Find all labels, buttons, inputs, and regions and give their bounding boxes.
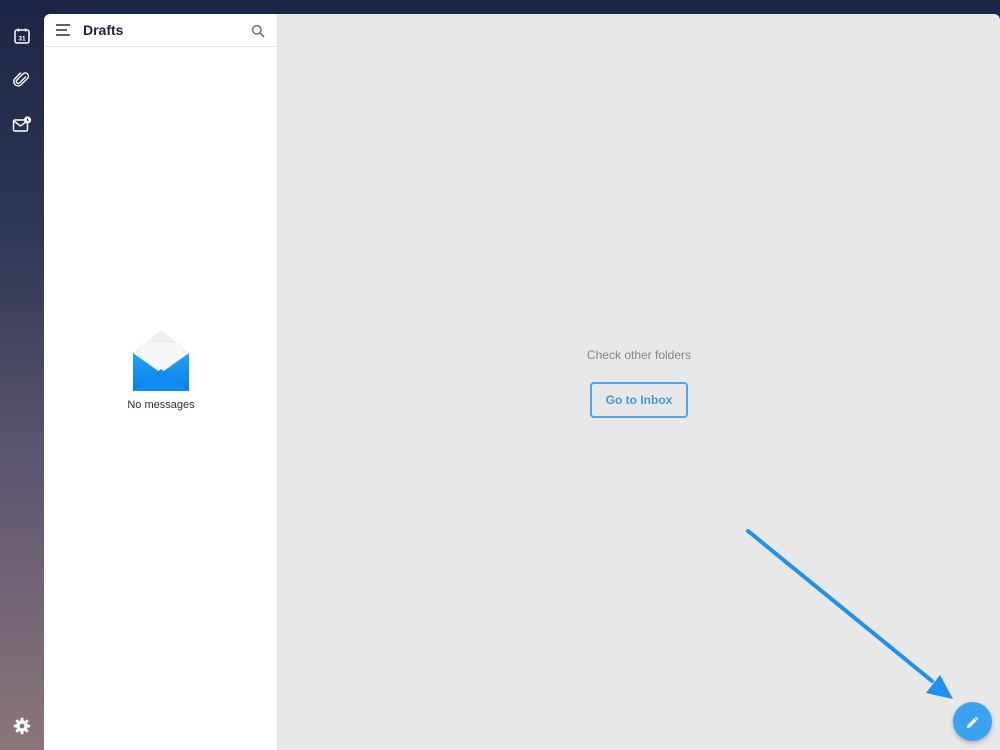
empty-folder-hint: Check other folders	[586, 348, 692, 362]
mail-badge-icon[interactable]	[10, 113, 34, 137]
calendar-icon[interactable]: 31	[10, 24, 34, 48]
app-sidebar: 31	[0, 14, 44, 750]
annotation-arrow	[746, 529, 953, 699]
go-to-inbox-button[interactable]: Go to Inbox	[590, 382, 688, 418]
list-header: Drafts	[44, 14, 278, 47]
compose-button[interactable]	[953, 702, 992, 741]
pencil-icon	[966, 716, 978, 728]
folder-title: Drafts	[83, 22, 124, 38]
attachment-icon[interactable]	[10, 68, 34, 92]
hamburger-menu-icon[interactable]	[56, 23, 72, 37]
top-bar	[0, 0, 1000, 14]
settings-icon[interactable]	[10, 714, 34, 738]
open-envelope-icon	[133, 330, 189, 391]
empty-message-text: No messages	[127, 399, 195, 411]
message-list-pane: Drafts No messages	[44, 14, 278, 750]
calendar-day: 31	[18, 36, 26, 43]
empty-state: No messages	[44, 329, 278, 411]
search-icon[interactable]	[251, 24, 265, 38]
